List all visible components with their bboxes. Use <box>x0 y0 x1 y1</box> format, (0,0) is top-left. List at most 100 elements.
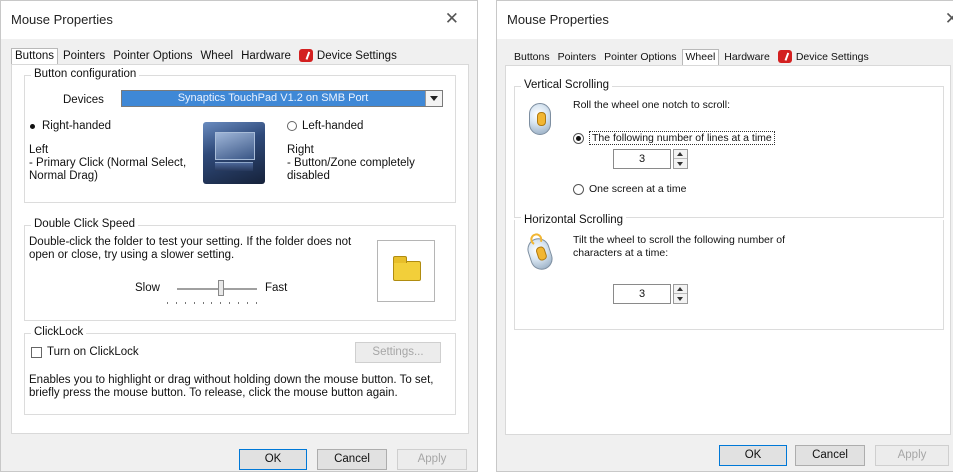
tab-label: Buttons <box>15 50 54 62</box>
description-line: briefly press the mouse button. To relea… <box>29 387 398 399</box>
double-click-speed-group: Double Click Speed Double-click the fold… <box>24 218 456 321</box>
tab-wheel[interactable]: Wheel <box>681 49 720 66</box>
radio-label: Left-handed <box>302 120 364 132</box>
tab-label: Hardware <box>724 51 770 63</box>
tab-label: Pointers <box>557 51 597 63</box>
vertical-intro: Roll the wheel one notch to scroll: <box>573 99 731 111</box>
characters-input[interactable]: 3 <box>613 284 671 304</box>
horizontal-instructions: Tilt the wheel to scroll the following n… <box>573 234 785 260</box>
touchpad-image <box>203 122 265 184</box>
instruction-line: Double-click the folder to test your set… <box>29 236 352 248</box>
devices-dropdown-value: Synaptics TouchPad V1.2 on SMB Port <box>177 92 369 104</box>
tab-strip: Buttons Pointers Pointer Options Wheel H… <box>511 46 874 66</box>
tab-label: Pointer Options <box>604 51 677 63</box>
double-click-speed-slider-thumb[interactable] <box>218 280 224 296</box>
lines-input[interactable]: 3 <box>613 149 671 169</box>
radio-dot <box>573 132 584 144</box>
close-icon[interactable]: ✕ <box>445 9 459 29</box>
tab-pointers[interactable]: Pointers <box>60 50 108 65</box>
right-button-description: Right - Button/Zone completely disabled <box>287 144 415 183</box>
desc-line: Normal Drag) <box>29 170 99 182</box>
spin-down-icon[interactable] <box>674 159 687 168</box>
device-settings-icon <box>298 49 313 62</box>
close-icon[interactable]: ✕ <box>945 9 953 29</box>
group-label: Button configuration <box>31 68 140 80</box>
cancel-button[interactable]: Cancel <box>795 445 865 466</box>
tab-label: Buttons <box>514 51 550 63</box>
title-bar: Mouse Properties ✕ <box>1 1 477 39</box>
group-label: Horizontal Scrolling <box>521 214 627 226</box>
tab-wheel[interactable]: Wheel <box>197 50 236 65</box>
tab-device-settings[interactable]: Device Settings <box>775 50 872 66</box>
tab-hardware[interactable]: Hardware <box>238 50 294 65</box>
tab-buttons[interactable]: Buttons <box>511 51 553 66</box>
tab-buttons[interactable]: Buttons <box>11 48 58 65</box>
instruction-line: open or close, try using a slower settin… <box>29 249 235 261</box>
tab-label: Device Settings <box>316 49 397 62</box>
tab-device-settings[interactable]: Device Settings <box>296 49 400 65</box>
chevron-down-icon[interactable] <box>425 91 442 106</box>
double-click-instructions: Double-click the folder to test your set… <box>29 236 359 262</box>
spin-up-icon[interactable] <box>674 150 687 159</box>
slider-tick <box>193 302 195 304</box>
spin-down-icon[interactable] <box>674 294 687 303</box>
slider-tick <box>202 302 204 304</box>
characters-spinner[interactable]: 3 <box>613 284 689 304</box>
window-title: Mouse Properties <box>507 12 609 27</box>
mouse-wheel-icon <box>529 103 551 135</box>
radio-label: One screen at a time <box>589 183 687 195</box>
tab-hardware[interactable]: Hardware <box>721 51 773 66</box>
apply-button[interactable]: Apply <box>875 445 949 466</box>
tab-label: Pointers <box>63 50 106 62</box>
devices-label: Devices <box>63 94 104 107</box>
tab-label: Hardware <box>241 50 291 62</box>
ok-button[interactable]: OK <box>239 449 307 470</box>
mouse-properties-window-buttons: Mouse Properties ✕ Buttons Pointers Poin… <box>0 0 478 472</box>
lines-at-a-time-radio[interactable]: The following number of lines at a time <box>573 131 775 145</box>
turn-on-clicklock-checkbox[interactable]: Turn on ClickLock <box>31 346 139 358</box>
test-folder-box[interactable] <box>377 240 435 302</box>
checkbox-label: Turn on ClickLock <box>47 346 139 358</box>
slider-tick <box>211 302 213 304</box>
horizontal-scrolling-group: Horizontal Scrolling Tilt the wheel to s… <box>514 214 944 330</box>
clicklock-settings-button[interactable]: Settings... <box>355 342 441 363</box>
button-configuration-group: Button configuration Devices Synaptics T… <box>24 68 456 203</box>
cancel-button[interactable]: Cancel <box>317 449 387 470</box>
tab-panel: Button configuration Devices Synaptics T… <box>11 64 469 434</box>
slider-tick <box>229 302 231 304</box>
one-screen-radio[interactable]: One screen at a time <box>573 183 686 195</box>
group-label: Vertical Scrolling <box>521 79 613 91</box>
slider-tick <box>238 302 240 304</box>
spin-up-icon[interactable] <box>674 285 687 294</box>
double-click-speed-slider-track[interactable] <box>177 288 257 290</box>
description-line: Enables you to highlight or drag without… <box>29 374 434 386</box>
tab-label: Pointer Options <box>113 50 193 62</box>
mouse-wheel-tilt-icon <box>524 235 556 273</box>
slider-tick <box>175 302 177 304</box>
devices-dropdown[interactable]: Synaptics TouchPad V1.2 on SMB Port <box>121 90 443 107</box>
mouse-properties-window-wheel: Mouse Properties ✕ Buttons Pointers Poin… <box>496 0 953 472</box>
apply-button[interactable]: Apply <box>397 449 467 470</box>
radio-label: Right-handed <box>42 120 112 132</box>
tab-label: Wheel <box>200 50 234 62</box>
ok-button[interactable]: OK <box>719 445 787 466</box>
slider-tick <box>247 302 249 304</box>
desc-line: - Button/Zone completely <box>287 157 415 169</box>
tab-label: Device Settings <box>795 50 869 63</box>
radio-dot <box>287 120 297 132</box>
slider-ticks <box>167 302 257 304</box>
right-handed-radio[interactable]: Right-handed <box>29 120 111 132</box>
devices-label-text: Devices <box>63 94 104 106</box>
slider-tick <box>184 302 186 304</box>
left-handed-radio[interactable]: Left-handed <box>287 120 363 132</box>
tab-pointer-options[interactable]: Pointer Options <box>110 50 195 65</box>
tab-pointer-options[interactable]: Pointer Options <box>601 51 679 66</box>
lines-spinner[interactable]: 3 <box>613 149 689 169</box>
spinner-arrows[interactable] <box>673 284 688 304</box>
tab-strip: Buttons Pointers Pointer Options Wheel H… <box>11 45 402 65</box>
left-button-description: Left - Primary Click (Normal Select, Nor… <box>29 144 186 183</box>
spinner-arrows[interactable] <box>673 149 688 169</box>
tab-pointers[interactable]: Pointers <box>555 51 600 66</box>
desc-line: - Primary Click (Normal Select, <box>29 157 187 169</box>
group-label: Double Click Speed <box>31 218 139 230</box>
